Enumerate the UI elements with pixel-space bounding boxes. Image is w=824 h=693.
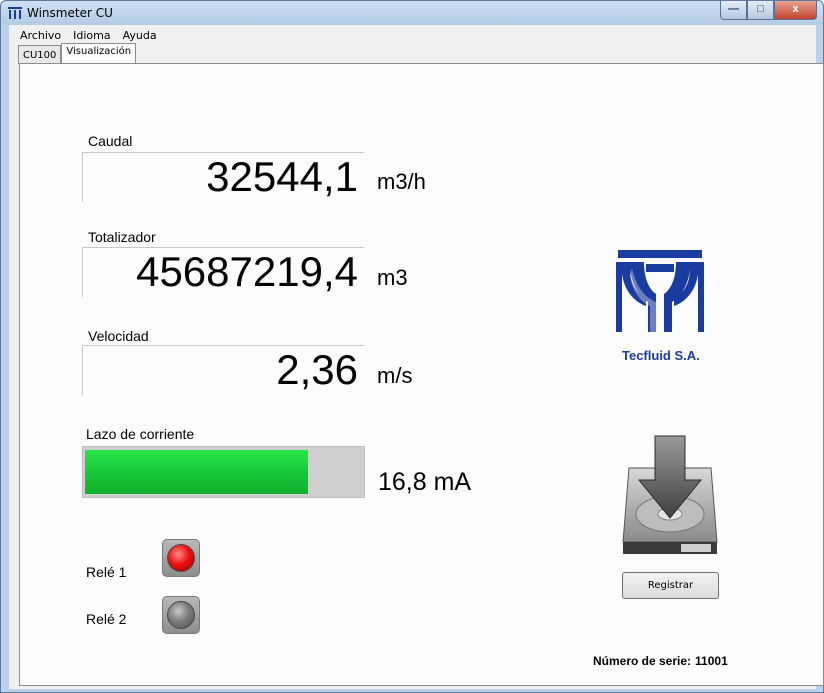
window-controls: — □ x <box>720 1 817 20</box>
tab-cu100[interactable]: CU100 <box>18 45 62 64</box>
totalizador-value: 45687219,4 <box>136 248 358 295</box>
totalizador-unit: m3 <box>377 265 408 290</box>
menu-idioma[interactable]: Idioma <box>67 25 116 45</box>
visualization-panel: Caudal 32544,1 m3/h Totalizador 45687219… <box>19 63 824 686</box>
relay-1-indicator <box>162 539 200 577</box>
caudal-label: Caudal <box>88 133 133 149</box>
close-icon: x <box>792 3 799 15</box>
minimize-icon: — <box>728 3 739 15</box>
maximize-icon: □ <box>757 3 764 15</box>
relay-1-led-icon <box>167 544 195 572</box>
app-window: Winsmeter CU — □ x Archivo Idioma Ayuda … <box>0 0 824 693</box>
totalizador-box: 45687219,4 <box>82 247 364 297</box>
serial-value: 11001 <box>695 654 728 668</box>
tecfluid-logo-icon <box>616 250 704 332</box>
relay-2-led-icon <box>167 601 195 629</box>
relay-2-label: Relé 2 <box>86 611 127 627</box>
totalizador-label: Totalizador <box>88 229 156 245</box>
velocidad-unit: m/s <box>377 363 413 388</box>
close-button[interactable]: x <box>774 1 817 20</box>
relay-2-indicator <box>162 596 200 634</box>
window-title: Winsmeter CU <box>27 6 113 20</box>
caudal-box: 32544,1 <box>82 152 364 202</box>
relay-1-label: Relé 1 <box>86 564 127 580</box>
velocidad-box: 2,36 <box>82 345 364 395</box>
tab-strip: CU100 Visualización <box>18 43 137 64</box>
velocidad-label: Velocidad <box>88 328 149 344</box>
current-loop-fill <box>85 450 308 494</box>
current-loop-label: Lazo de corriente <box>86 426 195 442</box>
app-icon <box>8 7 22 19</box>
menu-bar: Archivo Idioma Ayuda <box>9 25 816 45</box>
maximize-button[interactable]: □ <box>747 1 774 20</box>
caudal-value: 32544,1 <box>206 153 358 200</box>
velocidad-value: 2,36 <box>276 346 358 393</box>
current-loop-value: 16,8 mA <box>378 468 472 496</box>
company-name: Tecfluid S.A. <box>622 348 700 363</box>
menu-ayuda[interactable]: Ayuda <box>117 25 163 45</box>
current-loop-bar <box>82 446 365 498</box>
caudal-unit: m3/h <box>377 169 426 194</box>
tab-visualizacion[interactable]: Visualización <box>61 43 137 64</box>
title-bar[interactable]: Winsmeter CU — □ x <box>1 1 823 25</box>
save-to-disk-icon[interactable] <box>621 434 719 556</box>
menu-archivo[interactable]: Archivo <box>9 25 67 45</box>
serial-label: Número de serie: <box>593 654 692 668</box>
minimize-button[interactable]: — <box>720 1 747 20</box>
register-button[interactable]: Registrar <box>622 572 719 599</box>
serial-number: Número de serie: 11001 <box>593 654 732 668</box>
